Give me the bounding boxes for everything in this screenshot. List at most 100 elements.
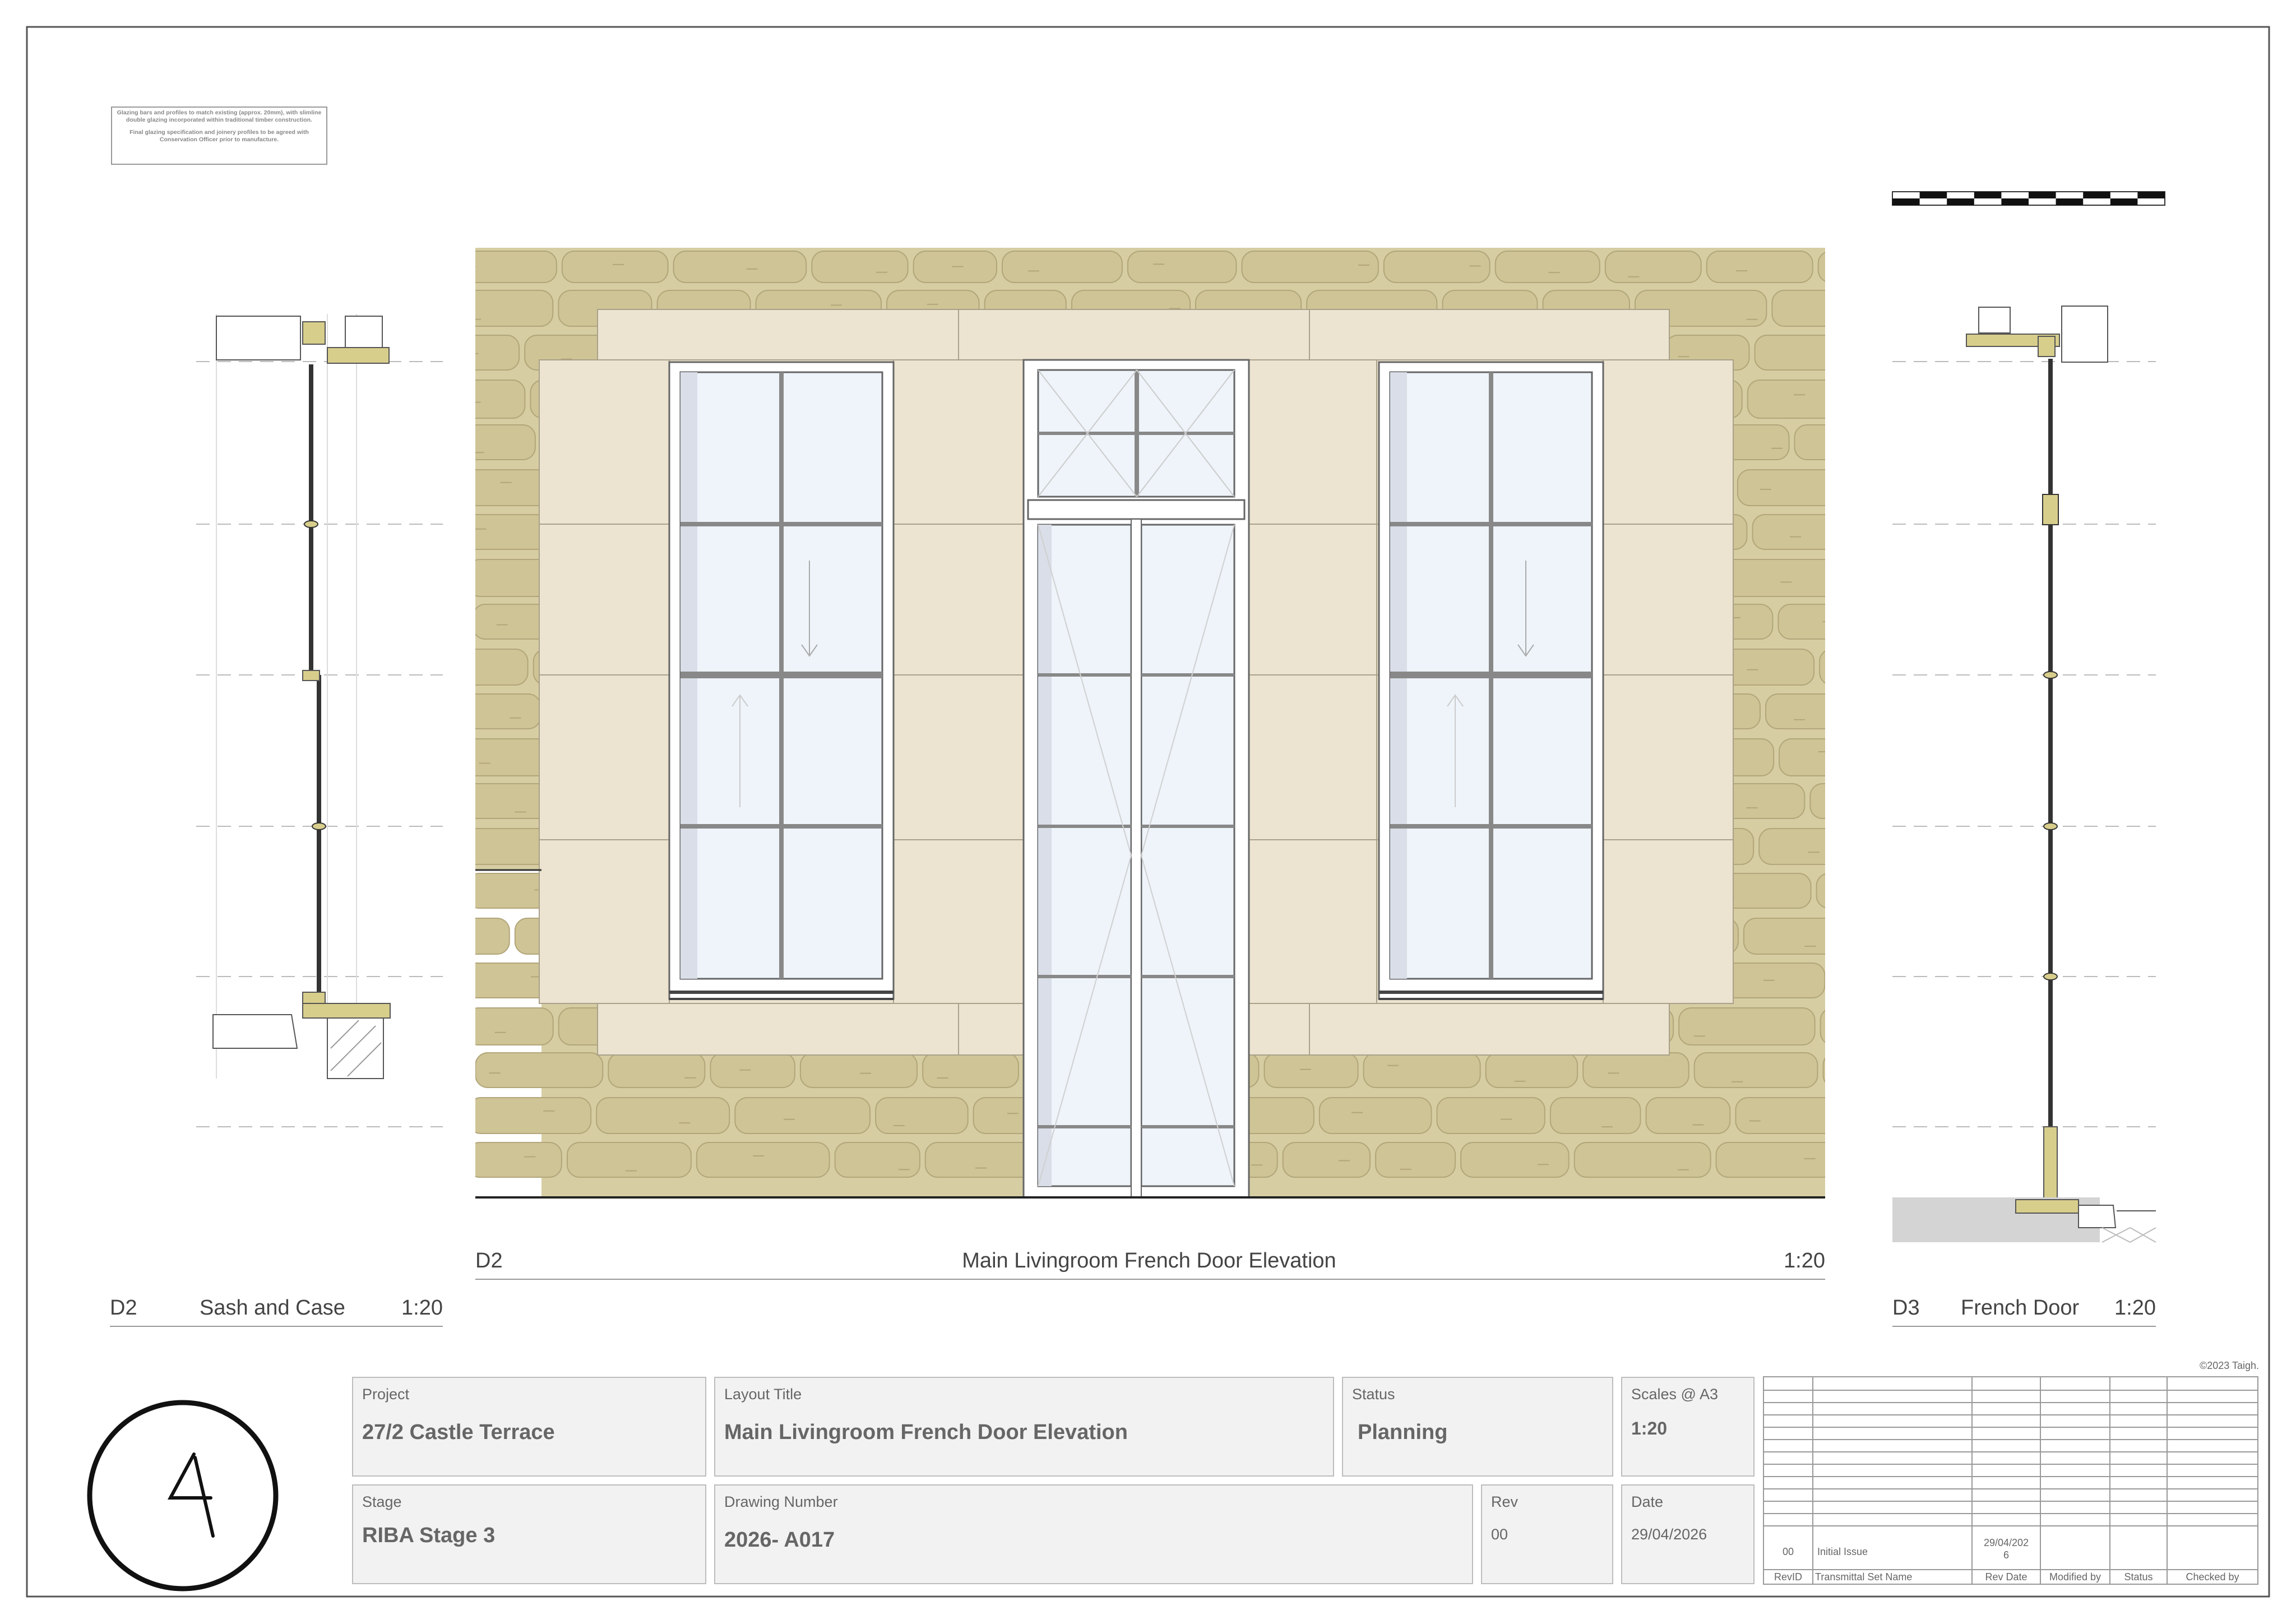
rubble-stone: [475, 290, 554, 327]
main-view-title: Main Livingroom French Door Elevation: [962, 1249, 1336, 1273]
main-elevation: [475, 248, 1825, 1280]
rubble-stone: [1494, 251, 1600, 283]
specification-note: Glazing bars and profiles to match exist…: [111, 107, 327, 165]
scale-bar-segment: [2137, 192, 2165, 198]
copyright-text: ©2023 Taigh.: [2199, 1360, 2259, 1371]
rubble-stone: [475, 649, 529, 686]
drawing-number-box: Drawing Number 2026- A017: [714, 1484, 1473, 1584]
rubble-stone: [1777, 604, 1825, 640]
rubble-stone: [1693, 1052, 1818, 1088]
project-box: Project 27/2 Castle Terrace: [352, 1377, 706, 1477]
left-sash-window: [668, 361, 895, 1000]
right-view-ref: D3: [1892, 1296, 1920, 1320]
scale-bar: [1892, 191, 2165, 206]
revision-header: Rev Date: [1985, 1571, 2027, 1583]
rubble-stone: [1816, 873, 1825, 909]
revision-header: Checked by: [2186, 1571, 2239, 1583]
layout-title-value: Main Livingroom French Door Elevation: [724, 1421, 1128, 1444]
rubble-stone: [1375, 1142, 1456, 1178]
rubble-stone: [1819, 650, 1825, 684]
rubble-stone: [1383, 251, 1490, 283]
rubble-stone: [561, 251, 669, 283]
rubble-stone: [1743, 918, 1825, 955]
rubble-stone: [811, 251, 909, 283]
rubble-stone: [673, 251, 807, 283]
status-label: Status: [1352, 1386, 1395, 1403]
rubble-stone: [1460, 1142, 1570, 1178]
scale-bar-segment: [1947, 198, 1974, 205]
stage-label: Stage: [362, 1493, 402, 1510]
right-view-scale: 1:20: [2114, 1296, 2156, 1320]
project-value: 27/2 Castle Terrace: [362, 1421, 555, 1444]
rubble-stone: [1758, 828, 1825, 865]
rubble-stone: [1737, 469, 1825, 506]
revision-date: 29/04/202: [1983, 1537, 2029, 1548]
revision-header: Modified by: [2049, 1571, 2101, 1583]
ashlar-lintel: [597, 309, 1670, 360]
french-door-section: [1892, 306, 2156, 1243]
rubble-stone: [1820, 1010, 1825, 1043]
scale-bar-segment: [2001, 198, 2029, 205]
rubble-stone: [1706, 251, 1813, 283]
rubble-stone: [1263, 1052, 1359, 1088]
rubble-stone: [475, 1007, 554, 1045]
date-value: 29/04/2026: [1631, 1526, 1707, 1543]
rubble-stone: [1645, 1097, 1731, 1134]
revision-header: RevID: [1774, 1571, 1802, 1583]
left-view-title: Sash and Case: [200, 1296, 345, 1320]
scale-bar-segment: [1919, 192, 1947, 198]
rubble-stone: [1752, 514, 1825, 550]
rubble-stone: [1678, 1007, 1816, 1045]
scales-box: Scales @ A3 1:20: [1621, 1377, 1755, 1477]
french-door: [1022, 359, 1250, 1199]
rev-label: Rev: [1491, 1493, 1519, 1510]
rubble-stone: [1127, 251, 1237, 283]
rubble-stone: [1318, 1097, 1432, 1134]
rubble-stone: [875, 1097, 969, 1134]
rubble-stone: [475, 380, 526, 419]
rubble-stone: [1817, 252, 1825, 282]
main-view-ref: D2: [475, 1249, 503, 1273]
drawing-sheet: Glazing bars and profiles to match exist…: [0, 0, 2296, 1624]
right-sash-window: [1378, 361, 1604, 1000]
rubble-stone: [475, 251, 557, 283]
rubble-stone: [475, 918, 510, 955]
rubble-stone: [596, 1097, 730, 1134]
rubble-stone: [1754, 335, 1825, 371]
rubble-stone: [1747, 380, 1825, 419]
left-view-ref: D2: [110, 1296, 137, 1320]
stage-box: Stage RIBA Stage 3: [352, 1484, 706, 1584]
rubble-stone: [1436, 1097, 1545, 1134]
scales-value: 1:20: [1631, 1418, 1668, 1438]
rubble-stone: [608, 1052, 706, 1088]
scale-bar-segment: [1892, 198, 1920, 205]
rubble-stone: [1573, 1142, 1711, 1178]
right-view-title: French Door: [1961, 1296, 2080, 1320]
rubble-stone: [1822, 1057, 1825, 1083]
drawing-number-label: Drawing Number: [724, 1493, 838, 1510]
main-view-scale: 1:20: [1784, 1249, 1825, 1273]
layout-title-box: Layout Title Main Livingroom French Door…: [714, 1377, 1334, 1477]
rubble-stone: [922, 1052, 1019, 1088]
stage-value: RIBA Stage 3: [362, 1524, 496, 1547]
rubble-stone: [1794, 424, 1825, 460]
rubble-stone: [475, 963, 550, 998]
rubble-stone: [1282, 1142, 1371, 1178]
rubble-stone: [475, 1142, 562, 1178]
left-view-scale: 1:20: [401, 1296, 443, 1320]
rubble-stone: [1809, 783, 1825, 819]
rubble-stone: [710, 1052, 795, 1088]
rubble-stone: [1779, 738, 1825, 776]
revision-header: Transmittal Set Name: [1815, 1571, 1913, 1583]
project-label: Project: [362, 1386, 410, 1403]
rubble-stone: [1002, 251, 1123, 283]
taigh-logo-icon: [87, 1400, 279, 1591]
sash-and-case-section: [196, 314, 443, 1127]
drawing-number-value: 2026- A017: [724, 1528, 835, 1552]
scale-bar-segment: [2083, 192, 2110, 198]
rubble-stone: [1582, 1052, 1689, 1088]
rubble-stone: [696, 1142, 830, 1178]
rubble-stone: [475, 693, 541, 729]
rubble-stone: [734, 1097, 871, 1134]
rubble-stone: [1549, 1097, 1641, 1134]
